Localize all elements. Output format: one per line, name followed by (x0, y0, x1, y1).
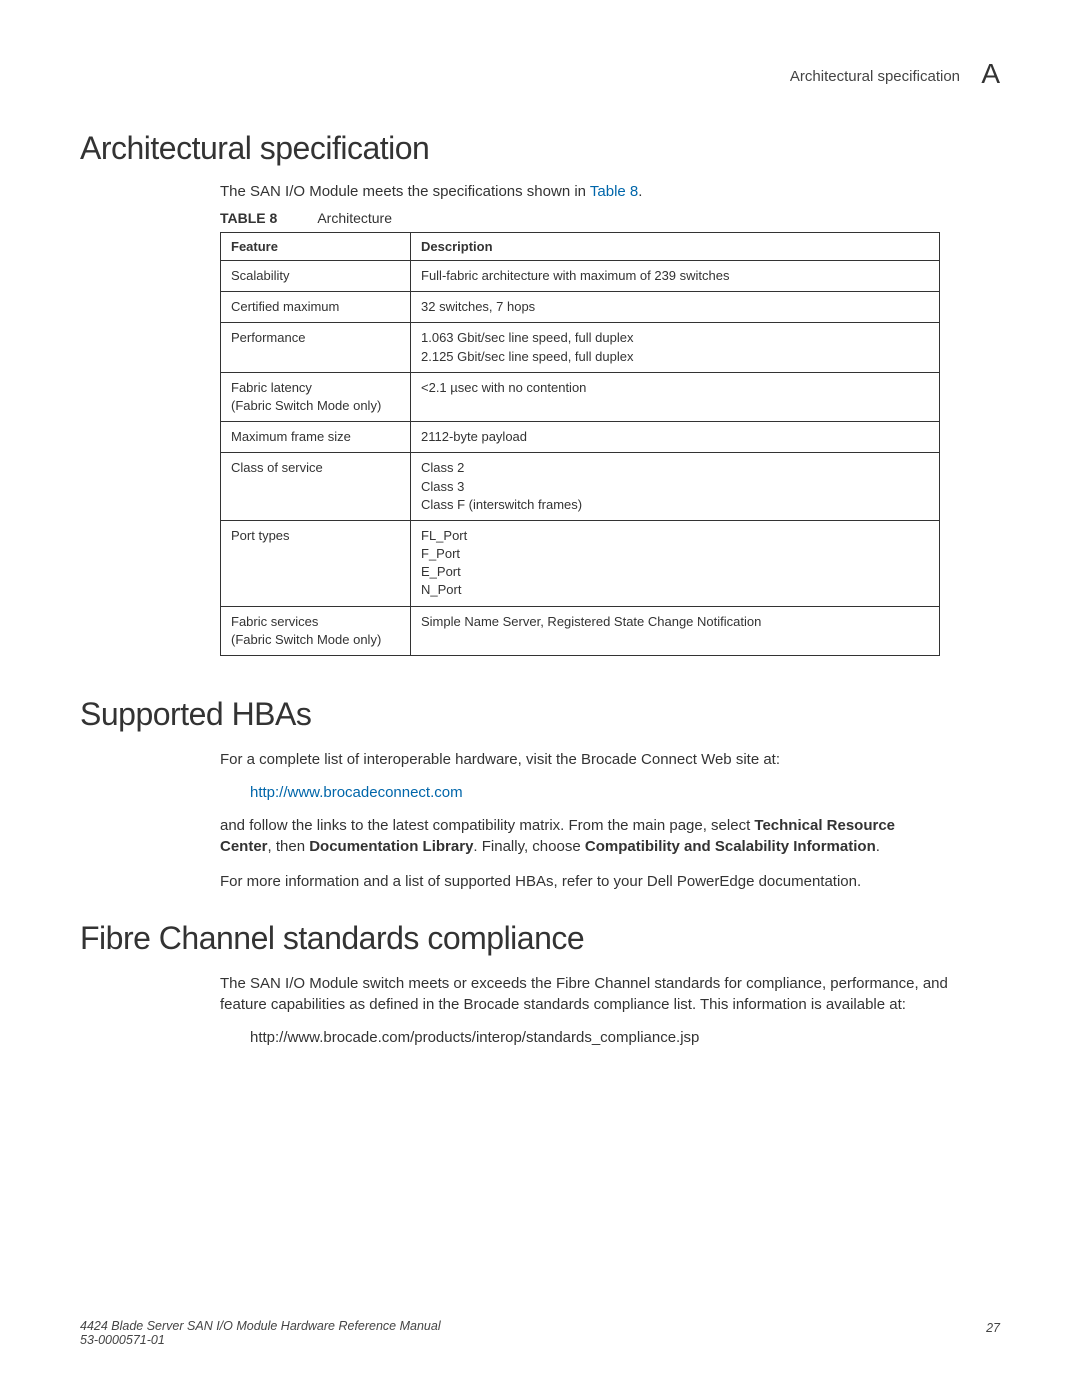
text-fragment: and follow the links to the latest compa… (220, 817, 754, 834)
running-header-letter: A (981, 58, 1000, 90)
standards-compliance-url: http://www.brocade.com/products/interop/… (250, 1029, 1000, 1046)
intro-text-suffix: . (638, 183, 642, 200)
intro-text-prefix: The SAN I/O Module meets the specificati… (220, 183, 590, 200)
text-fragment: . (876, 838, 880, 855)
table-row: Fabric latency(Fabric Switch Mode only) <… (221, 372, 940, 421)
cell-text: (Fabric Switch Mode only) (231, 631, 400, 649)
feature-cell: Class of service (221, 453, 411, 521)
feature-cell: Performance (221, 323, 411, 372)
text-fragment: , then (268, 838, 310, 855)
hbas-instructions: and follow the links to the latest compa… (220, 815, 950, 857)
cell-text: N_Port (421, 581, 929, 599)
heading-supported-hbas: Supported HBAs (80, 696, 1000, 733)
table-row: Class of service Class 2Class 3Class F (i… (221, 453, 940, 521)
column-header-description: Description (411, 233, 940, 261)
hbas-more-info: For more information and a list of suppo… (220, 871, 950, 892)
description-cell: 1.063 Gbit/sec line speed, full duplex2.… (411, 323, 940, 372)
cell-text: Class 2 (421, 459, 929, 477)
feature-cell: Certified maximum (221, 292, 411, 323)
table-title: Architecture (317, 210, 392, 226)
cell-text: Fabric services (231, 613, 400, 631)
heading-fibre-channel: Fibre Channel standards compliance (80, 920, 1000, 957)
description-cell: <2.1 µsec with no contention (411, 372, 940, 421)
cell-text: E_Port (421, 563, 929, 581)
cell-text: Maximum frame size (231, 428, 400, 446)
hbas-intro: For a complete list of interoperable har… (220, 749, 950, 770)
table-row: Port types FL_PortF_PortE_PortN_Port (221, 520, 940, 606)
cell-text: Class 3 (421, 478, 929, 496)
cell-text: 2112-byte payload (421, 428, 929, 446)
footer-page-number: 27 (986, 1321, 1000, 1335)
cell-text: Class of service (231, 459, 400, 477)
feature-cell: Maximum frame size (221, 422, 411, 453)
cell-text: FL_Port (421, 527, 929, 545)
feature-cell: Fabric services(Fabric Switch Mode only) (221, 606, 411, 655)
feature-cell: Fabric latency(Fabric Switch Mode only) (221, 372, 411, 421)
table-number-label: TABLE 8 (220, 210, 277, 226)
column-header-feature: Feature (221, 233, 411, 261)
table-row: Fabric services(Fabric Switch Mode only)… (221, 606, 940, 655)
bold-documentation-library: Documentation Library (309, 838, 473, 855)
architecture-table: Feature Description Scalability Full-fabr… (220, 232, 940, 656)
running-header-label: Architectural specification (790, 68, 960, 85)
intro-paragraph: The SAN I/O Module meets the specificati… (220, 183, 1000, 200)
feature-cell: Port types (221, 520, 411, 606)
bold-compatibility-scalability: Compatibility and Scalability Informatio… (585, 838, 876, 855)
footer-manual-title: 4424 Blade Server SAN I/O Module Hardwar… (80, 1319, 1000, 1333)
table-8-link[interactable]: Table 8 (590, 183, 638, 200)
footer-doc-number: 53-0000571-01 (80, 1333, 1000, 1347)
cell-text: <2.1 µsec with no contention (421, 379, 929, 397)
cell-text: (Fabric Switch Mode only) (231, 397, 400, 415)
cell-text: Class F (interswitch frames) (421, 496, 929, 514)
feature-cell: Scalability (221, 261, 411, 292)
table-caption: TABLE 8 Architecture (220, 210, 1000, 226)
fibre-channel-intro: The SAN I/O Module switch meets or excee… (220, 973, 950, 1015)
cell-text: F_Port (421, 545, 929, 563)
cell-text: Port types (231, 527, 400, 545)
cell-text: Full-fabric architecture with maximum of… (421, 267, 929, 285)
table-row: Certified maximum 32 switches, 7 hops (221, 292, 940, 323)
text-fragment: . Finally, choose (473, 838, 584, 855)
cell-text: 2.125 Gbit/sec line speed, full duplex (421, 348, 929, 366)
cell-text: 32 switches, 7 hops (421, 298, 929, 316)
table-header-row: Feature Description (221, 233, 940, 261)
footer-left: 4424 Blade Server SAN I/O Module Hardwar… (80, 1319, 1000, 1347)
cell-text: Simple Name Server, Registered State Cha… (421, 613, 929, 631)
description-cell: Simple Name Server, Registered State Cha… (411, 606, 940, 655)
table-row: Scalability Full-fabric architecture with… (221, 261, 940, 292)
heading-architectural-specification: Architectural specification (80, 130, 1000, 167)
description-cell: Class 2Class 3Class F (interswitch frame… (411, 453, 940, 521)
description-cell: 32 switches, 7 hops (411, 292, 940, 323)
table-row: Maximum frame size 2112-byte payload (221, 422, 940, 453)
cell-text: 1.063 Gbit/sec line speed, full duplex (421, 329, 929, 347)
table-row: Performance 1.063 Gbit/sec line speed, fu… (221, 323, 940, 372)
description-cell: FL_PortF_PortE_PortN_Port (411, 520, 940, 606)
description-cell: Full-fabric architecture with maximum of… (411, 261, 940, 292)
brocade-connect-link[interactable]: http://www.brocadeconnect.com (250, 784, 1000, 801)
cell-text: Performance (231, 329, 400, 347)
cell-text: Certified maximum (231, 298, 400, 316)
description-cell: 2112-byte payload (411, 422, 940, 453)
cell-text: Fabric latency (231, 379, 400, 397)
cell-text: Scalability (231, 267, 400, 285)
